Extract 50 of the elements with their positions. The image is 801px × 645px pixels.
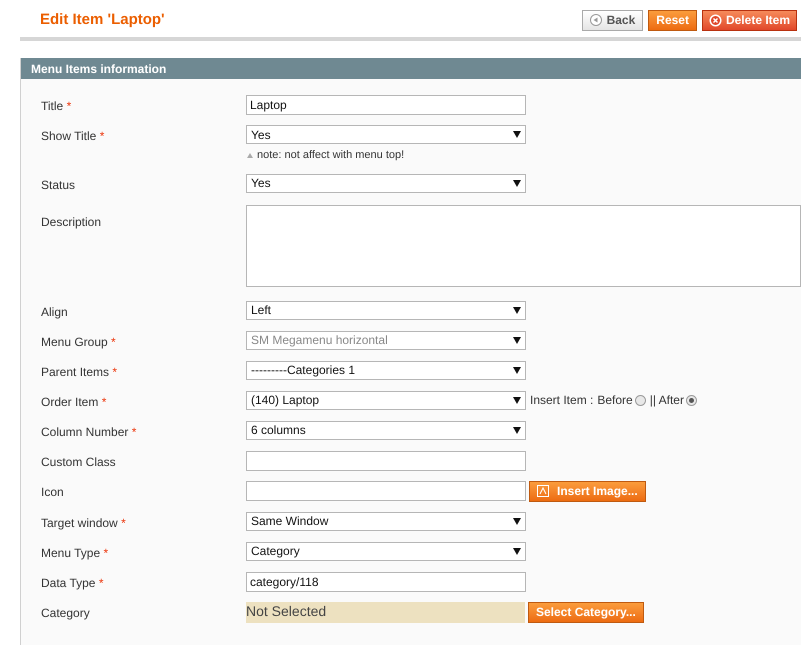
radio-button[interactable] [686, 394, 697, 406]
field-label: Order Item * [41, 394, 106, 408]
field-label: Align [41, 304, 68, 318]
back-button[interactable]: Back [582, 10, 644, 30]
select-field[interactable]: Yes [246, 125, 526, 144]
triangle-icon [247, 152, 253, 158]
dropdown-arrow-icon [513, 366, 521, 374]
select-field[interactable]: Same Window [246, 512, 526, 530]
radio-label: || After [650, 392, 684, 409]
dropdown-arrow-icon [513, 426, 521, 434]
field-label: Menu Type * [41, 546, 108, 560]
text-field[interactable]: category/118 [246, 572, 526, 592]
select-field[interactable]: Left [246, 300, 526, 320]
text-field[interactable] [246, 450, 526, 470]
field-label: Data Type * [41, 576, 104, 590]
field-label: Icon [41, 484, 64, 498]
textarea-field[interactable] [246, 204, 801, 286]
field-label: Parent Items * [41, 364, 118, 378]
field-label: Title * [41, 99, 72, 113]
field-label: Show Title * [41, 129, 104, 143]
delete-icon [708, 14, 722, 26]
dropdown-arrow-icon [513, 396, 521, 404]
page-title: Edit Item 'Laptop' [40, 10, 165, 30]
image-icon [537, 485, 549, 497]
insert-item-label: Insert Item : [530, 392, 594, 409]
text-field[interactable]: Laptop [246, 95, 526, 115]
category-display: Not Selected [246, 602, 525, 622]
select-field[interactable]: ---------Categories 1 [246, 360, 526, 380]
select-field[interactable]: Category [246, 542, 526, 560]
field-label: Menu Group * [41, 334, 116, 348]
field-label: Category [41, 606, 90, 620]
field-label: Description [41, 214, 102, 228]
field-label: Custom Class [41, 454, 116, 468]
select-field[interactable]: 6 columns [246, 420, 526, 440]
field-label: Column Number * [41, 424, 136, 438]
dropdown-arrow-icon [513, 336, 521, 344]
field-label: Status [41, 178, 76, 192]
select-field[interactable]: (140) Laptop [246, 390, 526, 410]
radio-label: Before [597, 392, 633, 409]
section-header: Menu Items information [21, 58, 801, 79]
radio-button[interactable] [634, 394, 646, 406]
dropdown-arrow-icon [513, 518, 521, 524]
dropdown-arrow-icon [513, 131, 521, 138]
text-field[interactable] [246, 481, 526, 501]
field-label: Target window * [41, 516, 126, 530]
select-field[interactable]: Yes [246, 174, 526, 192]
field-note: note: not affect with menu top! [257, 148, 404, 163]
dropdown-arrow-icon [513, 180, 521, 186]
dropdown-arrow-icon [513, 548, 521, 554]
dropdown-arrow-icon [513, 306, 521, 314]
